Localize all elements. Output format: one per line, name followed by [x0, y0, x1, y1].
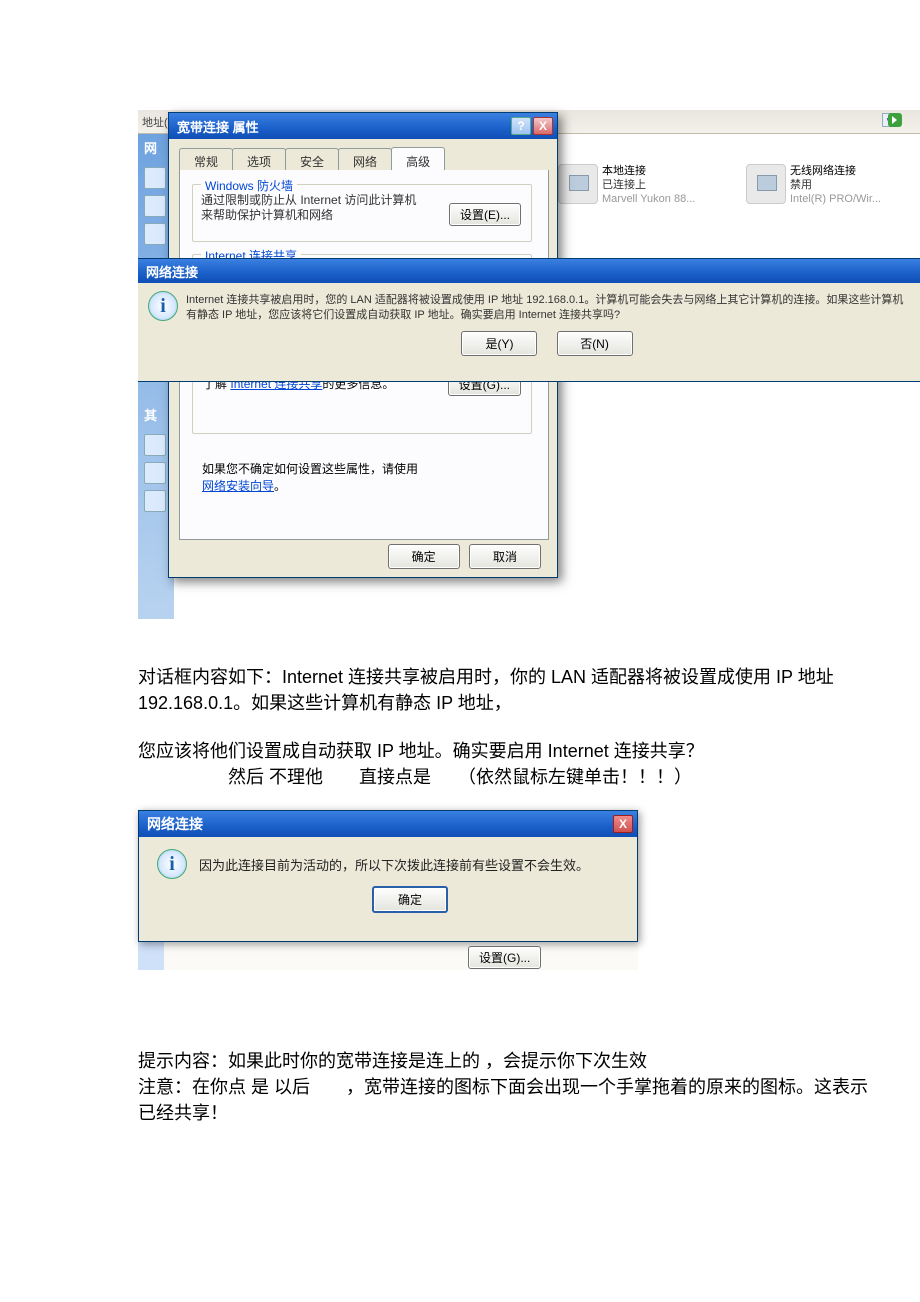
titlebar[interactable]: 网络连接 X [139, 811, 637, 837]
cancel-button[interactable]: 取消 [469, 544, 541, 569]
confirm-title: 网络连接 [142, 262, 916, 281]
tab-strip: 常规 选项 安全 网络 高级 [179, 147, 549, 171]
tab-security[interactable]: 安全 [285, 148, 339, 171]
info-icon [157, 849, 187, 879]
connection-wifi[interactable]: 无线网络连接 禁用 Intel(R) PRO/Wir... [746, 164, 916, 220]
connections-pane: 本地连接 已连接上 Marvell Yukon 88... 无线网络连接 禁用 … [558, 134, 920, 244]
sidebar-item[interactable] [144, 434, 166, 456]
confirm-dialog: 网络连接 Internet 连接共享被启用时，您的 LAN 适配器将被设置成使用… [138, 258, 920, 382]
ok-button[interactable]: 确定 [388, 544, 460, 569]
go-button[interactable] [888, 113, 916, 129]
yes-button[interactable]: 是(Y) [461, 331, 537, 356]
sidebar-item[interactable] [144, 167, 166, 189]
dialog-buttons: 确定 取消 [169, 544, 557, 569]
help-button[interactable]: ? [511, 117, 531, 135]
no-button[interactable]: 否(N) [557, 331, 633, 356]
tab-general[interactable]: 常规 [179, 148, 233, 171]
lan-icon [558, 164, 598, 204]
firewall-legend: Windows 防火墙 [201, 177, 297, 194]
close-button[interactable]: X [533, 117, 553, 135]
confirm-body: Internet 连接共享被启用时，您的 LAN 适配器将被设置成使用 IP 地… [138, 283, 920, 360]
sidebar-item[interactable] [144, 490, 166, 512]
info-text: 因为此连接目前为活动的，所以下次拨此连接前有些设置不会生效。 [199, 855, 621, 874]
dialog-title: 宽带连接 属性 [173, 117, 509, 136]
info-dialog: 网络连接 X 因为此连接目前为活动的，所以下次拨此连接前有些设置不会生效。 确定 [138, 810, 638, 942]
tab-options[interactable]: 选项 [232, 148, 286, 171]
firewall-group: Windows 防火墙 通过限制或防止从 Internet 访问此计算机来帮助保… [192, 184, 532, 242]
conn-status: 已连接上 [602, 178, 722, 192]
firewall-settings-button[interactable]: 设置(E)... [449, 203, 521, 226]
sidebar-item[interactable] [144, 195, 166, 217]
wifi-icon [746, 164, 786, 204]
close-button[interactable]: X [613, 815, 633, 833]
conn-device: Intel(R) PRO/Wir... [790, 192, 910, 206]
article-paragraph-3: 提示内容：如果此时你的宽带连接是连上的 ，会提示你下次生效 注意：在你点 是 以… [138, 1048, 878, 1126]
tab-network[interactable]: 网络 [338, 148, 392, 171]
screenshot-properties: 地址(D) v 网 其 本地连接 已连接上 Marvell Yukon 88..… [138, 110, 920, 595]
screenshot-msgbox: 网络连接 X 因为此连接目前为活动的，所以下次拨此连接前有些设置不会生效。 确定… [138, 810, 638, 970]
info-body: 因为此连接目前为活动的，所以下次拨此连接前有些设置不会生效。 确定 [139, 837, 637, 919]
settings-button-below[interactable]: 设置(G)... [468, 946, 541, 969]
confirm-text: Internet 连接共享被启用时，您的 LAN 适配器将被设置成使用 IP 地… [186, 293, 908, 323]
conn-status: 禁用 [790, 178, 910, 192]
article-paragraph-1: 对话框内容如下：Internet 连接共享被启用时，你的 LAN 适配器将被设置… [138, 664, 878, 716]
titlebar[interactable]: 网络连接 [138, 259, 920, 283]
ok-button[interactable]: 确定 [372, 886, 448, 913]
conn-device: Marvell Yukon 88... [602, 192, 722, 206]
arrow-icon [888, 113, 902, 127]
tab-advanced[interactable]: 高级 [391, 147, 445, 170]
info-title: 网络连接 [143, 814, 613, 834]
wizard-hint: 如果您不确定如何设置这些属性，请使用 网络安装向导。 [202, 460, 522, 494]
sidebar-item[interactable] [144, 223, 166, 245]
wizard-link[interactable]: 网络安装向导 [202, 479, 274, 493]
connection-lan[interactable]: 本地连接 已连接上 Marvell Yukon 88... [558, 164, 728, 220]
article-paragraph-2: 您应该将他们设置成自动获取 IP 地址。确实要启用 Internet 连接共享？… [138, 738, 878, 790]
sidebar-item[interactable] [144, 462, 166, 484]
conn-name: 本地连接 [602, 164, 722, 178]
info-icon [148, 291, 178, 321]
conn-name: 无线网络连接 [790, 164, 910, 178]
firewall-desc: 通过限制或防止从 Internet 访问此计算机来帮助保护计算机和网络 [201, 193, 421, 223]
titlebar[interactable]: 宽带连接 属性 ? X [169, 113, 557, 139]
